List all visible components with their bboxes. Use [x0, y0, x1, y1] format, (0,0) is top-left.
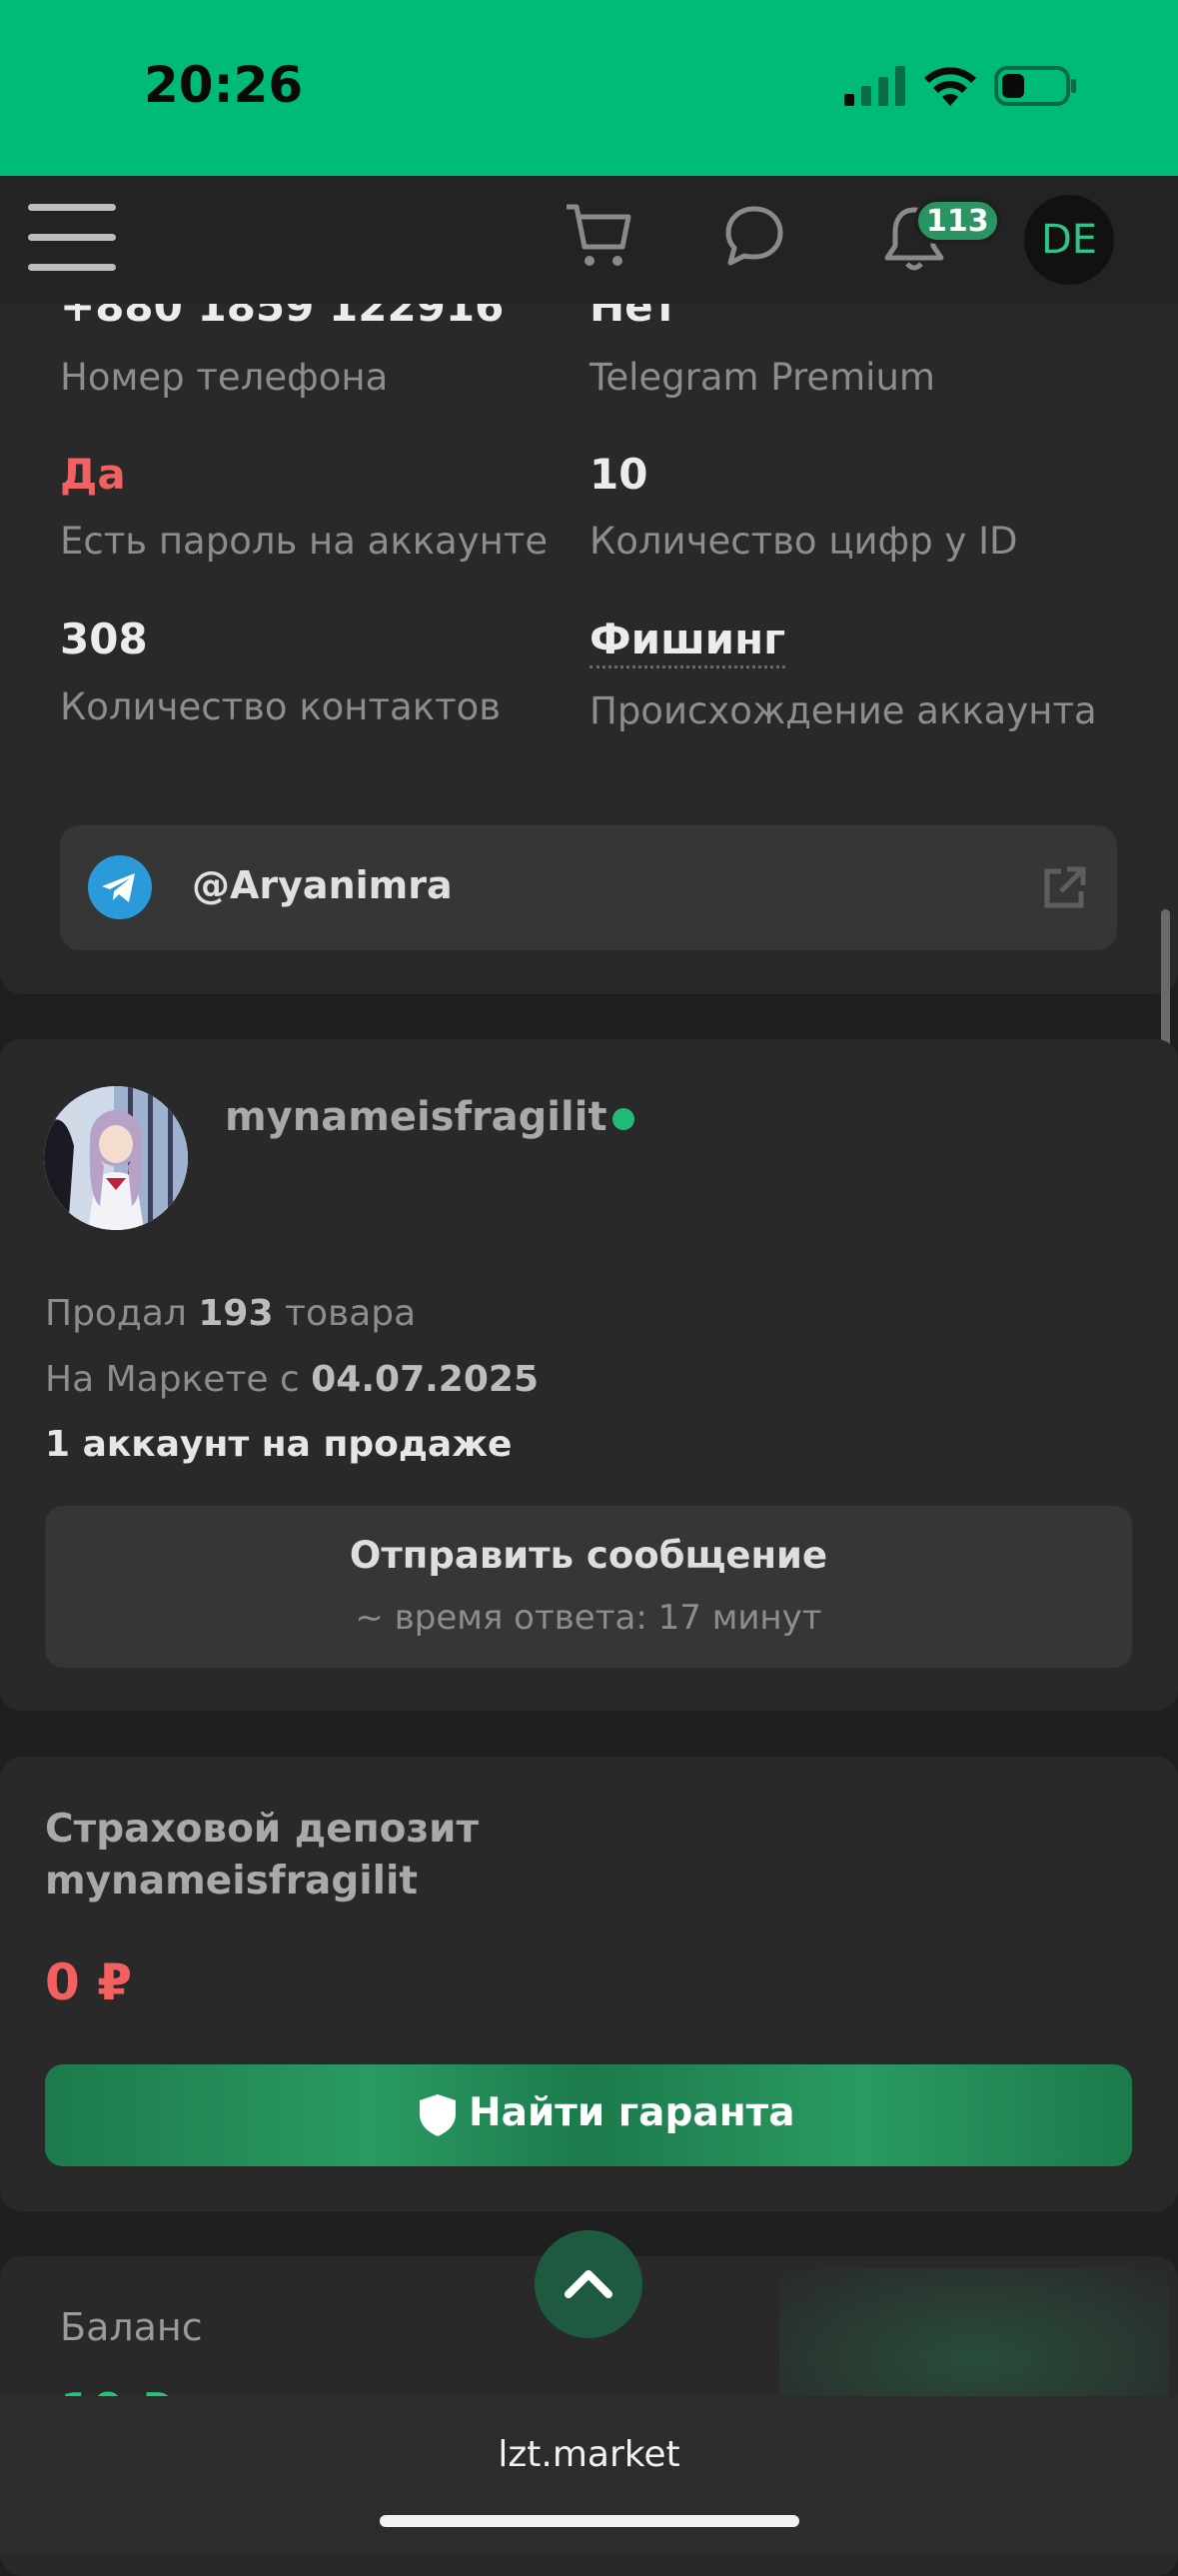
status-time: 20:26 — [144, 56, 304, 114]
seller-sold-count: Продал 193 товара — [45, 1293, 416, 1334]
password-value: Да — [60, 450, 126, 499]
chat-icon[interactable] — [724, 205, 784, 267]
cellular-signal-icon — [844, 66, 905, 106]
sold-suffix: товара — [284, 1293, 417, 1334]
browser-bottom-bar — [0, 2396, 1178, 2554]
sold-count: 193 — [198, 1293, 274, 1334]
notifications-badge[interactable]: 113 — [914, 198, 1001, 244]
menu-icon[interactable] — [28, 204, 116, 274]
seller-name[interactable]: mynameisfragilit — [225, 1094, 607, 1140]
phone-number-label: Номер телефона — [60, 356, 389, 399]
telegram-link-row[interactable]: @Aryanimra — [60, 825, 1117, 950]
account-origin-value[interactable]: Фишинг — [589, 615, 786, 668]
response-time: ~ время ответа: 17 минут — [355, 1598, 822, 1638]
battery-icon — [994, 66, 1076, 106]
contacts-count-label: Количество контактов — [60, 685, 502, 728]
id-digits-value: 10 — [589, 450, 648, 499]
scroll-to-top-button[interactable] — [535, 2230, 642, 2338]
contacts-count-value: 308 — [60, 615, 148, 663]
telegram-premium-label: Telegram Premium — [589, 356, 935, 399]
send-message-button[interactable]: Отправить сообщение ~ время ответа: 17 м… — [45, 1506, 1132, 1668]
send-message-label: Отправить сообщение — [349, 1534, 828, 1577]
password-label: Есть пароль на аккаунте — [60, 520, 549, 563]
telegram-handle: @Aryanimra — [192, 863, 453, 907]
find-guarantor-label: Найти гаранта — [469, 2090, 795, 2135]
deposit-title: Страховой депозит mynameisfragilit — [45, 1804, 644, 1908]
market-since-date: 04.07.2025 — [311, 1359, 539, 1400]
deposit-amount: 0 ₽ — [45, 1953, 132, 2011]
account-origin-label: Происхождение аккаунта — [589, 689, 1097, 732]
user-avatar[interactable]: DE — [1024, 195, 1114, 285]
market-since-prefix: На Маркете с — [45, 1359, 300, 1400]
wifi-icon — [924, 67, 976, 106]
sold-prefix: Продал — [45, 1293, 187, 1334]
external-link-icon[interactable] — [1041, 865, 1087, 911]
id-digits-label: Количество цифр у ID — [589, 520, 1018, 563]
online-status-dot — [612, 1108, 634, 1130]
seller-on-sale[interactable]: 1 аккаунт на продаже — [45, 1424, 512, 1465]
chevron-up-icon — [565, 2270, 612, 2298]
deposit-title-line2: mynameisfragilit — [45, 1859, 418, 1904]
find-guarantor-button[interactable]: Найти гаранта — [45, 2064, 1132, 2166]
address-bar-domain[interactable]: lzt.market — [0, 2434, 1178, 2475]
balance-label: Баланс — [60, 2305, 203, 2349]
seller-market-since: На Маркете с 04.07.2025 — [45, 1359, 539, 1400]
deposit-title-line1: Страховой депозит — [45, 1807, 480, 1852]
telegram-icon — [88, 855, 152, 919]
status-bar: 20:26 — [0, 0, 1178, 176]
anime-avatar-image — [44, 1086, 188, 1230]
seller-avatar[interactable] — [44, 1086, 188, 1230]
home-indicator[interactable] — [380, 2515, 799, 2527]
shield-icon — [420, 2094, 456, 2136]
cart-icon[interactable] — [565, 201, 634, 271]
